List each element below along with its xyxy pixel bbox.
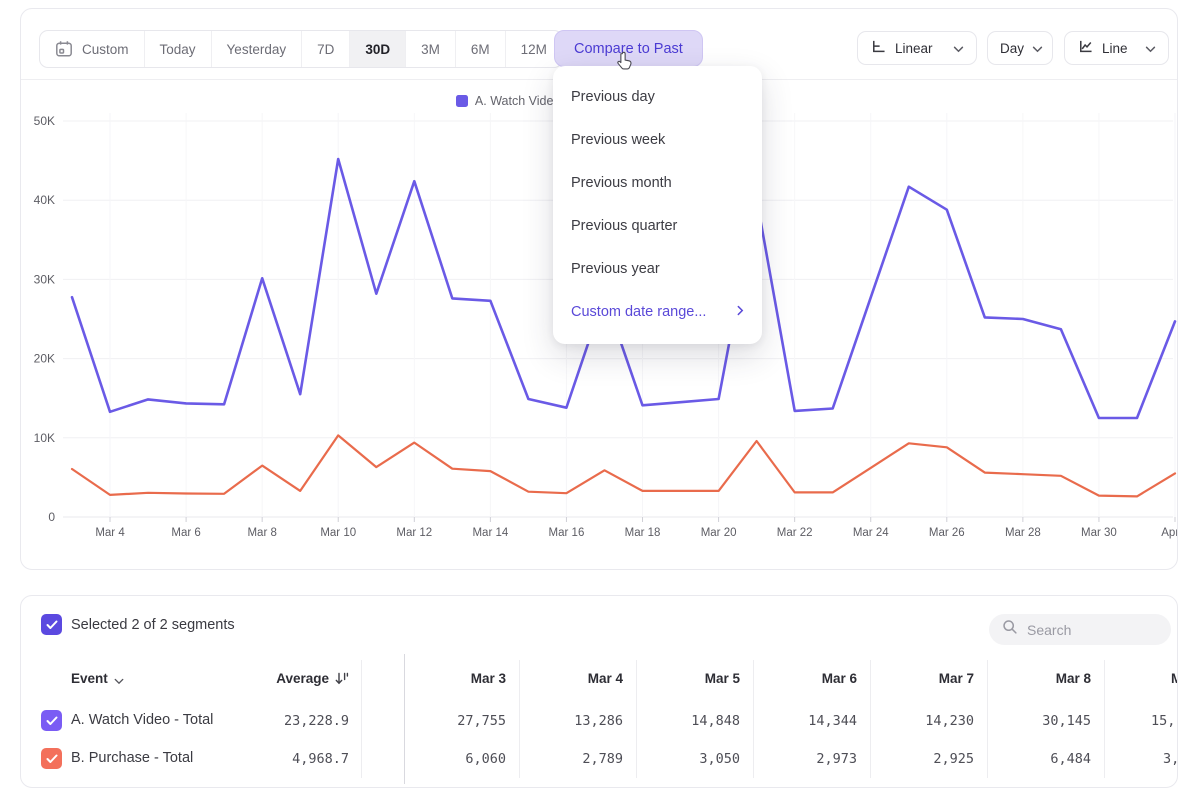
x-axis-label: Mar 26 — [929, 527, 965, 539]
cell-value: 13,286 — [574, 713, 623, 729]
y-axis-label: 40K — [34, 193, 55, 207]
segment-row-label: B. Purchase - Total — [71, 750, 193, 766]
y-axis-label: 50K — [34, 114, 55, 128]
column-separator — [1104, 660, 1105, 778]
cell-value: 30,145 — [1042, 713, 1091, 729]
chevron-down-icon — [1145, 41, 1156, 56]
column-separator — [636, 660, 637, 778]
select-all-checkbox[interactable] — [41, 614, 62, 635]
x-axis-label: Mar 18 — [625, 527, 661, 539]
frozen-column-boundary[interactable] — [404, 654, 405, 784]
x-axis-label: Mar 4 — [95, 527, 125, 539]
x-axis-label: Mar 22 — [777, 527, 813, 539]
menu-item-previous-month[interactable]: Previous month — [553, 161, 762, 204]
range-7d[interactable]: 7D — [301, 31, 349, 67]
legend-swatch-purple — [456, 95, 468, 107]
column-header-date: Mar 4 — [588, 671, 623, 686]
check-icon — [46, 716, 58, 726]
chart-type-select[interactable]: Line — [1064, 31, 1169, 65]
chevron-down-icon — [953, 41, 964, 56]
y-axis-label: 20K — [34, 352, 55, 366]
cell-value-clipped: 15, — [1151, 713, 1175, 729]
x-axis-label: Mar 30 — [1081, 527, 1117, 539]
range-6m[interactable]: 6M — [455, 31, 505, 67]
series-line-1 — [72, 435, 1175, 496]
cell-value: 14,848 — [691, 713, 740, 729]
range-3m[interactable]: 3M — [405, 31, 455, 67]
linear-axis-icon — [870, 38, 887, 58]
column-header-date: Mar 5 — [705, 671, 740, 686]
column-header-date: Mar 3 — [471, 671, 506, 686]
segment-row-label: A. Watch Video - Total — [71, 712, 213, 728]
y-axis-label: 30K — [34, 272, 55, 286]
search-input[interactable]: Search — [989, 614, 1171, 645]
check-icon — [46, 754, 58, 764]
cursor-pointer-icon — [614, 51, 636, 78]
cell-average: 23,228.9 — [284, 713, 349, 729]
sort-descending-icon — [335, 672, 349, 688]
cell-value: 2,789 — [582, 751, 623, 767]
search-placeholder: Search — [1027, 622, 1071, 638]
cell-average: 4,968.7 — [292, 751, 349, 767]
granularity-select[interactable]: Day — [987, 31, 1053, 65]
column-header-average-sort[interactable]: Average — [276, 671, 349, 688]
column-separator — [361, 660, 362, 778]
menu-item-previous-day[interactable]: Previous day — [553, 75, 762, 118]
x-axis-label: Mar 10 — [320, 527, 356, 539]
column-separator — [987, 660, 988, 778]
selected-segments-label: Selected 2 of 2 segments — [71, 617, 235, 633]
menu-item-previous-year[interactable]: Previous year — [553, 247, 762, 290]
date-range-picker: Custom Today Yesterday 7D 30D 3M 6M 12M — [39, 30, 563, 68]
cell-value: 3,050 — [699, 751, 740, 767]
x-axis-label: Mar 8 — [247, 527, 276, 539]
x-axis-label: Mar 14 — [472, 527, 508, 539]
menu-item-previous-quarter[interactable]: Previous quarter — [553, 204, 762, 247]
x-axis-label: Mar 16 — [549, 527, 585, 539]
x-axis-label: Mar 24 — [853, 527, 889, 539]
search-icon — [1002, 619, 1018, 640]
column-header-date-clipped: M — [1171, 671, 1178, 686]
cell-value: 6,060 — [465, 751, 506, 767]
x-axis-label: Mar 6 — [171, 527, 200, 539]
range-custom[interactable]: Custom — [40, 31, 144, 67]
column-separator — [753, 660, 754, 778]
cell-value: 27,755 — [457, 713, 506, 729]
cell-value-clipped: 3, — [1163, 751, 1178, 767]
x-axis-label: Mar 20 — [701, 527, 737, 539]
range-label: Custom — [82, 42, 129, 57]
chevron-down-icon — [1032, 41, 1043, 56]
range-today[interactable]: Today — [144, 31, 211, 67]
scale-select[interactable]: Linear — [857, 31, 977, 65]
menu-item-previous-week[interactable]: Previous week — [553, 118, 762, 161]
row-checkbox[interactable] — [41, 748, 62, 769]
column-separator — [519, 660, 520, 778]
line-chart-icon — [1077, 38, 1094, 58]
cell-value: 14,344 — [808, 713, 857, 729]
column-header-date: Mar 6 — [822, 671, 857, 686]
range-30d-active[interactable]: 30D — [349, 31, 405, 67]
compare-menu: Previous day Previous week Previous mont… — [553, 66, 762, 344]
x-axis-label: Apr 1 — [1161, 527, 1177, 539]
range-yesterday[interactable]: Yesterday — [211, 31, 302, 67]
analytics-dashboard: Custom Today Yesterday 7D 30D 3M 6M 12M … — [0, 0, 1200, 802]
calendar-icon — [55, 40, 73, 58]
cell-value: 2,925 — [933, 751, 974, 767]
y-axis-label: 0 — [48, 510, 55, 524]
row-checkbox[interactable] — [41, 710, 62, 731]
chevron-right-icon — [737, 304, 744, 320]
x-axis-label: Mar 28 — [1005, 527, 1041, 539]
cell-value: 14,230 — [925, 713, 974, 729]
segments-card: Selected 2 of 2 segments Search Event Ave… — [20, 595, 1178, 788]
column-header-date: Mar 7 — [939, 671, 974, 686]
cell-value: 6,484 — [1050, 751, 1091, 767]
chevron-down-icon — [114, 673, 124, 688]
x-axis-label: Mar 12 — [396, 527, 432, 539]
cell-value: 2,973 — [816, 751, 857, 767]
column-header-event[interactable]: Event — [71, 671, 124, 688]
column-header-date: Mar 8 — [1056, 671, 1091, 686]
column-separator — [870, 660, 871, 778]
menu-item-custom-date-range[interactable]: Custom date range... — [553, 290, 762, 333]
check-icon — [46, 620, 58, 630]
y-axis-label: 10K — [34, 431, 55, 445]
